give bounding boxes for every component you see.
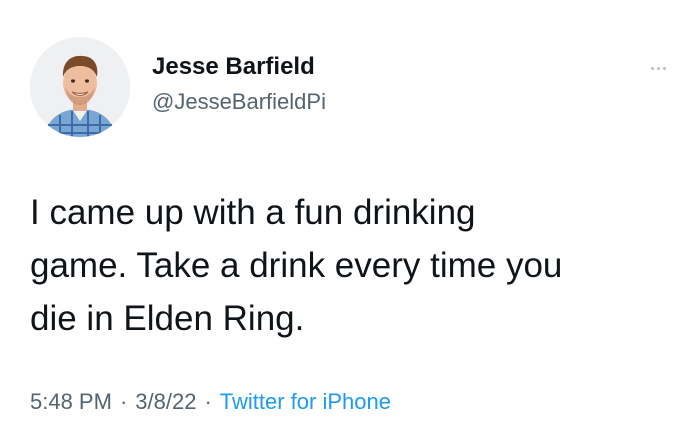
more-horizontal-icon[interactable] [638,56,678,80]
tweet-time[interactable]: 5:48 PM [30,389,112,414]
tweet-text: I came up with a fun drinking game. Take… [30,193,563,338]
avatar[interactable] [30,37,130,137]
profile-photo [30,37,130,137]
author-name[interactable]: Jesse Barfield [152,53,315,81]
meta-separator: · [204,389,212,414]
tweet-card: Jesse Barfield @JesseBarfieldPi I came u… [0,0,700,430]
tweet-client-link[interactable]: Twitter for iPhone [220,389,391,414]
tweet-date[interactable]: 3/8/22 [135,389,196,414]
author-handle[interactable]: @JesseBarfieldPi [152,89,326,115]
meta-separator: · [119,389,128,414]
tweet-meta: 5:48 PM · 3/8/22 · Twitter for iPhone [30,389,391,415]
